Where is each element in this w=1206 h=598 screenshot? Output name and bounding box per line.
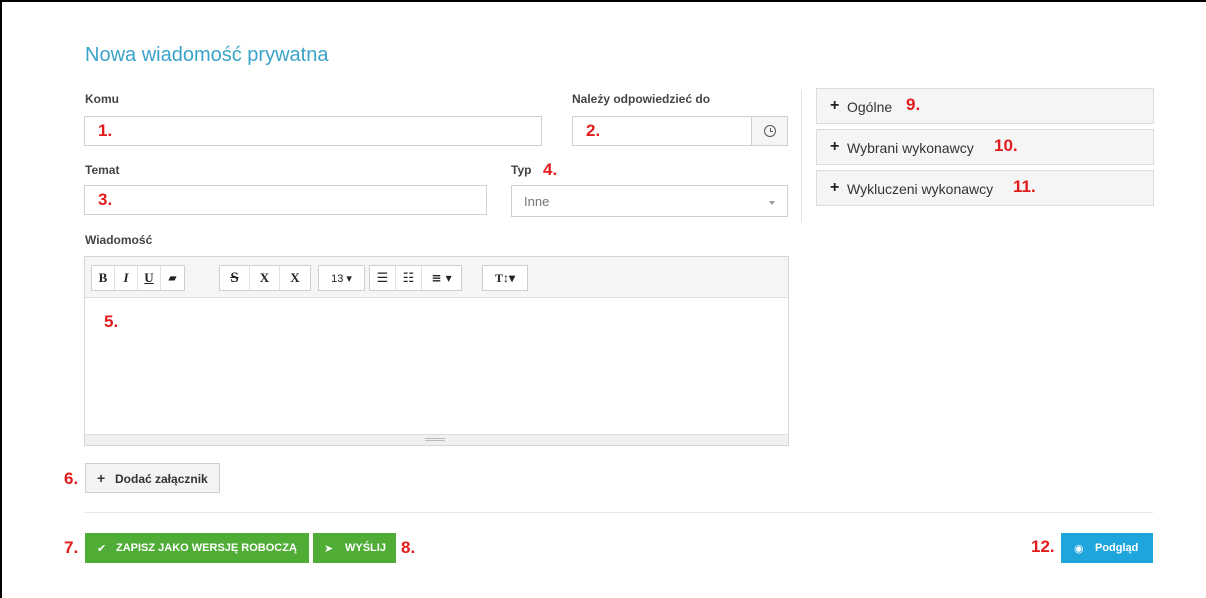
- plus-icon: +: [830, 97, 840, 114]
- clock-icon: [764, 125, 776, 137]
- marker-1: 1.: [98, 121, 113, 140]
- panel-ogolne[interactable]: + Ogólne 9.: [816, 88, 1154, 124]
- unordered-list-button[interactable]: ☰: [370, 266, 396, 290]
- typ-label: Typ: [511, 163, 532, 177]
- toolbar-group-script: S X X: [219, 265, 311, 291]
- toolbar-group-style: T↕▾: [482, 265, 528, 291]
- marker-11: 11.: [1013, 177, 1036, 196]
- strikethrough-button[interactable]: S: [220, 266, 250, 290]
- preview-button[interactable]: ◉ Podgląd: [1061, 533, 1153, 563]
- marker-3: 3.: [98, 190, 113, 209]
- send-label: WYŚLIJ: [345, 542, 386, 554]
- preview-label: Podgląd: [1095, 542, 1139, 554]
- panel-wykluczeni-wykonawcy[interactable]: + Wykluczeni wykonawcy 11.: [816, 170, 1154, 206]
- marker-9: 9.: [906, 95, 921, 114]
- marker-10: 10.: [994, 136, 1018, 155]
- eye-icon: ◉: [1074, 543, 1084, 555]
- save-draft-label: ZAPISZ JAKO WERSJĘ ROBOCZĄ: [116, 542, 297, 554]
- marker-7: 7.: [64, 538, 79, 557]
- font-size-dropdown[interactable]: 13 ▾: [319, 266, 364, 290]
- datetime-picker-button[interactable]: [751, 116, 788, 146]
- marker-8: 8.: [401, 538, 416, 557]
- column-divider: [801, 90, 802, 222]
- underline-button[interactable]: U: [138, 266, 161, 290]
- komu-label: Komu: [85, 92, 119, 106]
- komu-input[interactable]: [84, 116, 542, 146]
- marker-2: 2.: [586, 121, 601, 140]
- ordered-list-button[interactable]: ☷: [396, 266, 422, 290]
- chevron-down-icon: [769, 201, 775, 205]
- temat-input[interactable]: [84, 185, 487, 215]
- save-draft-button[interactable]: ✔ ZAPISZ JAKO WERSJĘ ROBOCZĄ: [85, 533, 309, 563]
- typ-select-value: Inne: [524, 194, 550, 209]
- send-icon: ➤: [324, 543, 334, 555]
- text-style-dropdown[interactable]: T↕▾: [483, 266, 527, 290]
- plus-icon: +: [830, 179, 840, 196]
- marker-12: 12.: [1031, 537, 1055, 556]
- temat-label: Temat: [85, 163, 120, 177]
- panel-label: Wybrani wykonawcy: [847, 140, 974, 156]
- toolbar-group-size: 13 ▾: [318, 265, 365, 291]
- superscript-button[interactable]: X: [250, 266, 280, 290]
- align-dropdown[interactable]: ≡ ▾: [422, 266, 461, 290]
- send-button[interactable]: ➤ WYŚLIJ: [313, 533, 396, 563]
- typ-select[interactable]: Inne: [511, 185, 788, 217]
- italic-button[interactable]: I: [115, 266, 138, 290]
- add-attachment-label: Dodać załącznik: [115, 472, 208, 486]
- reply-by-label: Należy odpowiedzieć do: [572, 92, 711, 106]
- toolbar-group-lists: ☰ ☷ ≡ ▾: [369, 265, 462, 291]
- plus-icon: +: [830, 138, 840, 155]
- marker-6: 6.: [64, 469, 79, 488]
- divider: [85, 512, 1153, 513]
- wiadomosc-label: Wiadomość: [85, 233, 153, 247]
- check-icon: ✔: [97, 543, 107, 555]
- bold-button[interactable]: B: [92, 266, 115, 290]
- marker-4: 4.: [543, 160, 558, 179]
- subscript-button[interactable]: X: [280, 266, 310, 290]
- toolbar-group-format: B I U ▰: [91, 265, 185, 291]
- add-attachment-button[interactable]: + Dodać załącznik: [85, 463, 220, 493]
- panel-label: Wykluczeni wykonawcy: [847, 181, 994, 197]
- plus-icon: +: [97, 470, 106, 486]
- resize-grip-icon[interactable]: [425, 438, 445, 441]
- panel-wybrani-wykonawcy[interactable]: + Wybrani wykonawcy 10.: [816, 129, 1154, 165]
- panel-label: Ogólne: [847, 99, 893, 115]
- marker-5: 5.: [104, 312, 119, 331]
- eraser-button[interactable]: ▰: [161, 266, 184, 290]
- page-title: Nowa wiadomość prywatna: [85, 44, 329, 66]
